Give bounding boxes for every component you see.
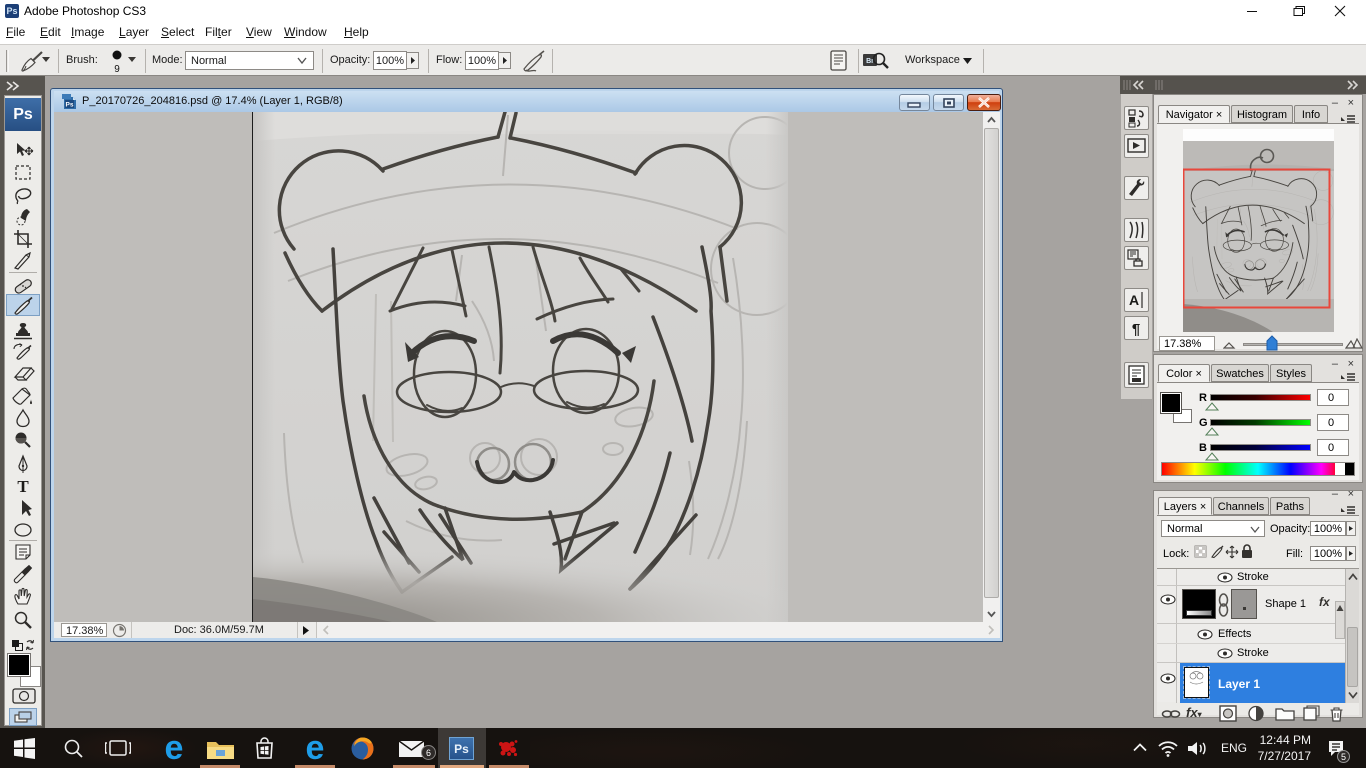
svg-text:T: T [17,477,29,496]
svg-text:Ps: Ps [66,102,74,109]
svg-text:¶: ¶ [1132,321,1140,338]
svg-text:A: A [1129,292,1139,308]
svg-text:9: 9 [114,64,120,74]
